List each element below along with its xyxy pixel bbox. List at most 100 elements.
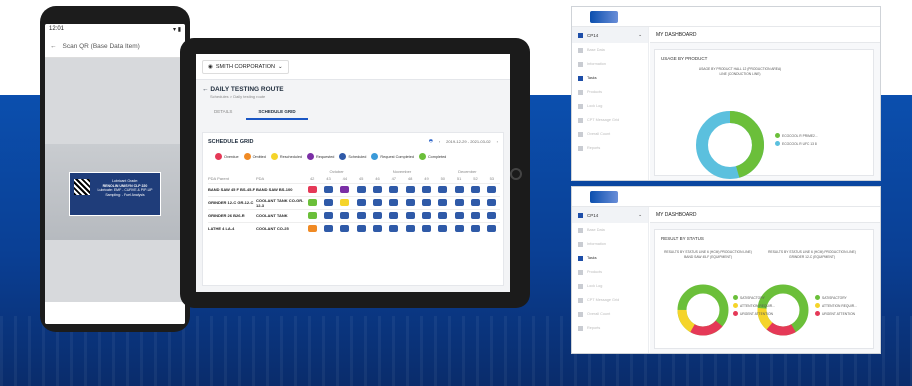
schedule-cell[interactable] — [454, 224, 464, 232]
breadcrumb[interactable]: Schedules > Daily testing route — [196, 93, 510, 100]
sidebar-item[interactable]: Information — [572, 57, 648, 71]
schedule-cell[interactable] — [454, 198, 464, 206]
schedule-cell[interactable] — [389, 185, 399, 193]
schedule-cell[interactable] — [454, 211, 464, 219]
schedule-cell[interactable] — [307, 224, 317, 232]
schedule-cell[interactable] — [421, 185, 431, 193]
schedule-cell[interactable] — [372, 185, 382, 193]
sidebar-item[interactable]: Reports — [572, 141, 648, 155]
schedule-cell[interactable] — [470, 211, 480, 219]
schedule-cell[interactable] — [356, 224, 366, 232]
schedule-cell[interactable] — [307, 211, 317, 219]
sidebar-item[interactable]: CPT Message Grid — [572, 293, 648, 307]
schedule-cell[interactable] — [372, 224, 382, 232]
legend-label: Overdue — [224, 154, 239, 159]
schedule-cell[interactable] — [372, 198, 382, 206]
sidebar-item[interactable]: Base Data — [572, 43, 648, 57]
schedule-cell[interactable] — [372, 211, 382, 219]
schedule-cell[interactable] — [340, 198, 350, 206]
sidebar-item-tasks[interactable]: Tasks — [572, 251, 648, 265]
prev-arrow-icon[interactable]: ‹ — [439, 139, 440, 144]
week-header: 48 — [407, 176, 413, 182]
location-cell[interactable]: LATHE 4 LA-4 — [208, 221, 256, 235]
location-cell[interactable]: GRINDER 26 B26-R — [208, 208, 256, 222]
sidebar-item[interactable]: Overall Count — [572, 127, 648, 141]
dashboard-main: MY DASHBOARD USAGE BY PRODUCT USAGE BY P… — [650, 27, 880, 180]
page-title: ← DAILY TESTING ROUTE — [202, 86, 284, 93]
schedule-cell[interactable] — [438, 198, 448, 206]
sidebar-item[interactable]: Base Data — [572, 223, 648, 237]
schedule-cell[interactable] — [487, 198, 497, 206]
tab-details[interactable]: DETAILS — [202, 105, 244, 120]
schedule-cell[interactable] — [454, 185, 464, 193]
schedule-cell[interactable] — [487, 211, 497, 219]
schedule-cell[interactable] — [307, 185, 317, 193]
legend-item: Omitted — [243, 153, 266, 160]
schedule-cell[interactable] — [470, 224, 480, 232]
schedule-cell[interactable] — [405, 185, 415, 193]
usage-card: USAGE BY PRODUCT USAGE BY PRODUCT HALL 1… — [654, 49, 874, 179]
schedule-cell[interactable] — [323, 198, 333, 206]
schedule-cell[interactable] — [389, 198, 399, 206]
sidebar-item[interactable]: CPT Message Grid — [572, 113, 648, 127]
schedule-cell[interactable] — [323, 185, 333, 193]
legend-label: Rescheduled — [279, 154, 303, 159]
back-arrow-icon[interactable]: ← — [50, 43, 57, 50]
schedule-cell[interactable] — [487, 224, 497, 232]
schedule-cell[interactable] — [421, 198, 431, 206]
sidebar-item[interactable]: Lock Log — [572, 279, 648, 293]
week-header: 47 — [391, 176, 397, 182]
schedule-cell[interactable] — [356, 211, 366, 219]
schedule-cell[interactable] — [421, 211, 431, 219]
schedule-cell[interactable] — [421, 224, 431, 232]
schedule-cell[interactable] — [438, 224, 448, 232]
schedule-cell[interactable] — [323, 211, 333, 219]
status-card: RESULT BY STATUS RESULTS BY STATUS LINE … — [654, 229, 874, 349]
status-donut-chart-1 — [677, 284, 729, 336]
schedule-cell[interactable] — [389, 224, 399, 232]
tab-schedule-grid[interactable]: SCHEDULE GRID — [246, 105, 308, 120]
sidebar-item[interactable]: Products — [572, 85, 648, 99]
sidebar-item-tasks[interactable]: Tasks — [572, 71, 648, 85]
schedule-cell[interactable] — [438, 211, 448, 219]
schedule-cell[interactable] — [340, 185, 350, 193]
schedule-cell[interactable] — [438, 185, 448, 193]
chevron-down-icon: ⌄ — [278, 63, 283, 70]
schedule-cell[interactable] — [307, 198, 317, 206]
schedule-cell[interactable] — [389, 211, 399, 219]
location-cell[interactable]: GRINDER 12-C GR-12-C — [208, 195, 256, 209]
schedule-cell[interactable] — [470, 198, 480, 206]
schedule-cell[interactable] — [405, 211, 415, 219]
print-icon[interactable]: 🖶 — [429, 138, 433, 145]
legend-item: ECOCOOL R PRIME2... — [775, 133, 818, 138]
pda-cell[interactable]: COOLANT TANK — [256, 208, 304, 222]
next-arrow-icon[interactable]: › — [497, 139, 498, 144]
sidebar-item[interactable]: Lock Log — [572, 99, 648, 113]
sidebar-item[interactable]: Reports — [572, 321, 648, 335]
date-range[interactable]: 2019-12-29 - 2021-03-02 — [446, 139, 490, 144]
sidebar-item[interactable]: Overall Count — [572, 307, 648, 321]
tab-bar: DETAILS SCHEDULE GRID — [196, 100, 510, 120]
schedule-cell[interactable] — [405, 198, 415, 206]
schedule-cell[interactable] — [323, 224, 333, 232]
sidebar-selector[interactable]: CP14 ⌄ — [572, 207, 648, 223]
sidebar-selector[interactable]: CP14 ⌄ — [572, 27, 648, 43]
legend-item: Requested — [307, 153, 334, 160]
location-cell[interactable]: BAND SAW 45 F BS-45-F — [208, 182, 256, 196]
qr-label-text: Lubricant Grade: RENOLIN UNISYN CLP 220 … — [97, 179, 153, 197]
status-dot-icon — [243, 153, 251, 160]
schedule-cell[interactable] — [405, 224, 415, 232]
schedule-cell[interactable] — [487, 185, 497, 193]
legend-label: Completed — [427, 154, 447, 159]
pda-cell[interactable]: COOLANT CO-25 — [256, 221, 304, 235]
schedule-cell[interactable] — [356, 198, 366, 206]
pda-cell[interactable]: COOLANT TANK CO-GR-12-3 — [256, 195, 304, 209]
schedule-cell[interactable] — [340, 224, 350, 232]
org-selector[interactable]: ◉ SMITH CORPORATION ⌄ — [202, 59, 289, 74]
schedule-cell[interactable] — [470, 185, 480, 193]
schedule-cell[interactable] — [356, 185, 366, 193]
sidebar-item[interactable]: Information — [572, 237, 648, 251]
pda-cell[interactable]: BAND SAW BS-100 — [256, 182, 304, 196]
sidebar-item[interactable]: Products — [572, 265, 648, 279]
schedule-cell[interactable] — [340, 211, 350, 219]
